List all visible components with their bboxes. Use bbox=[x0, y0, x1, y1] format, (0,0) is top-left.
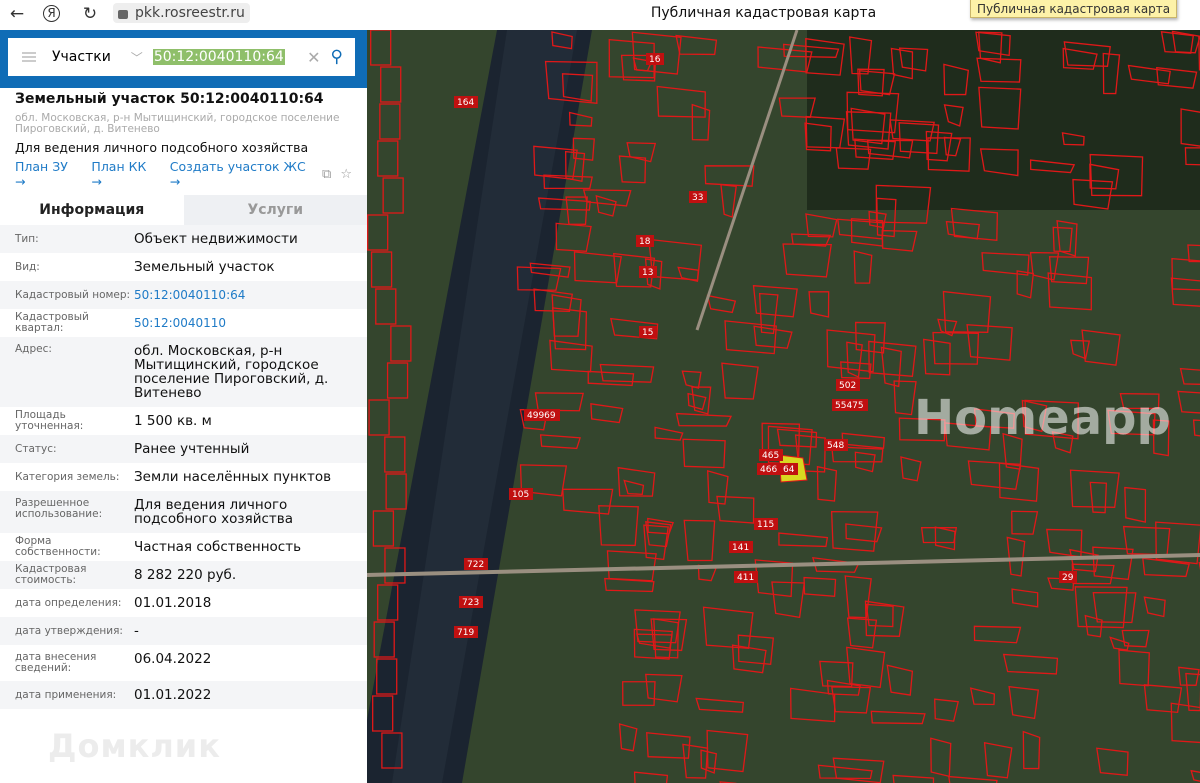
category-select[interactable]: Участки bbox=[52, 49, 111, 65]
parcel-label[interactable]: 55475 bbox=[835, 401, 864, 411]
parcel-label[interactable]: 33 bbox=[692, 193, 703, 203]
parcel-label[interactable]: 18 bbox=[639, 237, 651, 247]
browser-toolbar: ← Я ↻ pkk.rosreestr.ru Публичная кадастр… bbox=[0, 0, 1200, 30]
row-value: Для ведения личного подсобного хозяйства bbox=[134, 497, 293, 527]
row-value: 1 500 кв. м bbox=[134, 413, 212, 429]
object-address: обл. Московская, р-н Мытищинский, городс… bbox=[15, 112, 340, 135]
info-row: дата внесения сведений: 06.04.2022 bbox=[0, 645, 367, 681]
info-row: Разрешенное использование: Для ведения ли… bbox=[0, 491, 367, 533]
cadastral-map[interactable]: 164 49969 33 105 115 29 548 502 55475 722 723 719 16… bbox=[367, 30, 1200, 783]
info-row: дата утверждения: - bbox=[0, 617, 367, 645]
search-input[interactable]: 50:12:0040110:64 bbox=[152, 49, 285, 65]
parcel-label[interactable]: 723 bbox=[462, 598, 479, 608]
row-value: обл. Московская, р-н Мытищинский, городс… bbox=[134, 343, 329, 401]
parcel-label[interactable]: 548 bbox=[827, 441, 844, 451]
row-value: Земельный участок bbox=[134, 259, 275, 275]
row-value[interactable]: 50:12:0040110:64 bbox=[134, 288, 349, 302]
row-label: Статус: bbox=[15, 442, 57, 455]
info-row: Статус: Ранее учтенный bbox=[0, 435, 367, 463]
parcel-label[interactable]: 719 bbox=[457, 628, 474, 638]
row-value[interactable]: 50:12:0040110 bbox=[134, 316, 349, 330]
info-row: Площадь уточненная: 1 500 кв. м bbox=[0, 407, 367, 435]
menu-icon[interactable] bbox=[22, 52, 36, 62]
parcel-label[interactable]: 466 bbox=[760, 465, 777, 475]
plan-kk-link[interactable]: План КК → bbox=[91, 159, 154, 189]
parcel-label[interactable]: 502 bbox=[839, 381, 856, 391]
tab-info[interactable]: Информация bbox=[0, 195, 184, 225]
row-label: дата определения: bbox=[15, 596, 122, 609]
row-value: Частная собственность bbox=[134, 539, 302, 555]
info-row: Кадастровый квартал: 50:12:0040110 bbox=[0, 309, 367, 337]
info-panel: Участки ﹀ 50:12:0040110:64 ✕ ⚲ ‹ Земельн… bbox=[0, 30, 379, 783]
create-parcel-link[interactable]: Создать участок ЖС → bbox=[170, 159, 307, 189]
row-value: 01.01.2022 bbox=[134, 687, 212, 703]
parcel-label[interactable]: 15 bbox=[642, 328, 653, 338]
row-label: Вид: bbox=[15, 260, 40, 273]
info-row: Кадастровый номер: 50:12:0040110:64 bbox=[0, 281, 367, 309]
domclick-watermark: Домклик bbox=[48, 727, 221, 765]
parcel-label[interactable]: 722 bbox=[467, 560, 484, 570]
search-icon[interactable]: ⚲ bbox=[331, 47, 343, 67]
info-row: дата применения: 01.01.2022 bbox=[0, 681, 367, 709]
object-purpose: Для ведения личного подсобного хозяйства bbox=[15, 140, 309, 155]
row-value: Ранее учтенный bbox=[134, 441, 250, 457]
row-value: 06.04.2022 bbox=[134, 651, 212, 667]
info-row: Форма собственности: Частная собственност… bbox=[0, 533, 367, 561]
parcel-label[interactable]: 141 bbox=[732, 543, 749, 553]
info-row: Кадастровая стоимость: 8 282 220 руб. bbox=[0, 561, 367, 589]
row-value: 01.01.2018 bbox=[134, 595, 212, 611]
row-label: Категория земель: bbox=[15, 470, 120, 483]
row-label: Форма собственности: bbox=[15, 535, 101, 558]
row-value: Земли населённых пунктов bbox=[134, 469, 332, 485]
info-row: Адрес: обл. Московская, р-н Мытищинский, … bbox=[0, 337, 367, 407]
info-row: Категория земель: Земли населённых пункто… bbox=[0, 463, 367, 491]
tab-services[interactable]: Услуги bbox=[183, 195, 367, 225]
row-label: Кадастровый номер: bbox=[15, 288, 131, 301]
row-label: Площадь уточненная: bbox=[15, 409, 84, 432]
search-map-icon[interactable]: ⧉ bbox=[322, 167, 331, 182]
tooltip: Публичная кадастровая карта bbox=[970, 0, 1178, 18]
row-label: дата утверждения: bbox=[15, 624, 123, 637]
row-value: 8 282 220 руб. bbox=[134, 567, 237, 583]
row-label: Кадастровый квартал: bbox=[15, 311, 89, 334]
info-row: дата определения: 01.01.2018 bbox=[0, 589, 367, 617]
row-label: Кадастровая стоимость: bbox=[15, 563, 87, 586]
clear-icon[interactable]: ✕ bbox=[307, 48, 320, 67]
parcel-label[interactable]: 64 bbox=[783, 465, 795, 475]
row-value: Объект недвижимости bbox=[134, 231, 298, 247]
parcel-label[interactable]: 29 bbox=[1062, 573, 1074, 583]
parcel-label[interactable]: 13 bbox=[642, 268, 653, 278]
parcel-label[interactable]: 465 bbox=[762, 451, 779, 461]
row-label: дата применения: bbox=[15, 688, 117, 701]
object-title: Земельный участок 50:12:0040110:64 bbox=[15, 91, 324, 107]
plan-zu-link[interactable]: План ЗУ → bbox=[15, 159, 76, 189]
row-value: - bbox=[134, 623, 139, 639]
row-label: Разрешенное использование: bbox=[15, 497, 103, 520]
info-table: Тип: Объект недвижимости Вид: Земельный уча… bbox=[0, 225, 367, 709]
search-bar: Участки ﹀ 50:12:0040110:64 ✕ ⚲ ‹ bbox=[0, 30, 379, 88]
parcel-label[interactable]: 105 bbox=[512, 490, 529, 500]
info-row: Тип: Объект недвижимости bbox=[0, 225, 367, 253]
homeapp-watermark: Homeapp bbox=[914, 390, 1171, 446]
parcel-label[interactable]: 115 bbox=[757, 520, 774, 530]
chevron-down-icon[interactable]: ﹀ bbox=[131, 49, 143, 66]
parcel-label[interactable]: 16 bbox=[649, 55, 661, 65]
parcel-label[interactable]: 164 bbox=[457, 98, 474, 108]
parcel-label[interactable]: 411 bbox=[737, 573, 754, 583]
parcel-label[interactable]: 49969 bbox=[527, 411, 556, 421]
row-label: Адрес: bbox=[15, 343, 52, 355]
star-icon[interactable]: ☆ bbox=[340, 167, 352, 182]
info-row: Вид: Земельный участок bbox=[0, 253, 367, 281]
row-label: дата внесения сведений: bbox=[15, 651, 97, 674]
row-label: Тип: bbox=[15, 232, 39, 245]
